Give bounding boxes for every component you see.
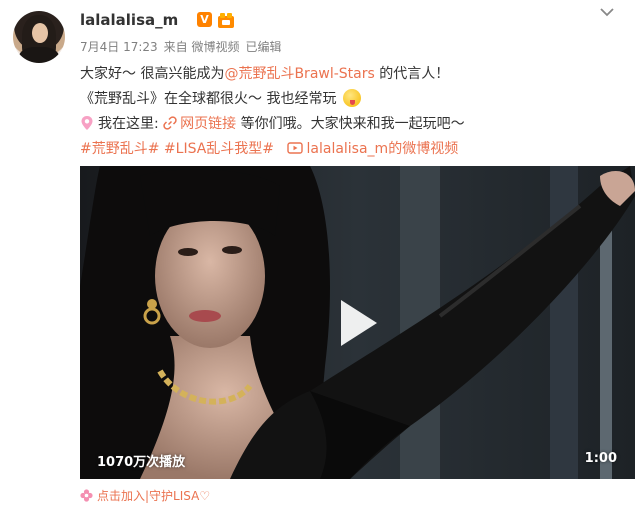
mention-link[interactable]: @荒野乱斗Brawl-Stars	[224, 66, 374, 82]
post-text: 大家好～ 很高兴能成为	[80, 66, 225, 82]
view-count: 1070万次播放	[97, 455, 186, 470]
location-pin-icon	[81, 116, 93, 130]
fan-club-link[interactable]: 点击加入|守护LISA♡	[80, 487, 210, 504]
hashtag-link[interactable]: #LISA乱斗我型#	[164, 141, 274, 157]
post-text: 的代言人！	[374, 66, 450, 82]
video-duration: 1:00	[584, 451, 617, 466]
username-link[interactable]: lalalalisa_m	[80, 11, 178, 29]
hashtag-link[interactable]: #荒野乱斗#	[80, 141, 159, 157]
tongue-emoji-icon	[342, 89, 361, 107]
post-line-3: 我在这里: 网页链接 等你们哦。大家快来和我一起玩吧～	[80, 113, 465, 133]
edited-label[interactable]: 已编辑	[246, 40, 282, 54]
post-line-2: 《荒野乱斗》在全球都很火～ 我也经常玩	[80, 88, 361, 108]
video-player[interactable]: 1070万次播放 1:00	[80, 166, 635, 479]
link-icon	[163, 116, 177, 130]
verified-badge-icon: V	[197, 12, 212, 27]
post-line-1: 大家好～ 很高兴能成为@荒野乱斗Brawl-Stars 的代言人！	[80, 63, 449, 83]
post-text: 《荒野乱斗》在全球都很火～ 我也经常玩	[80, 91, 337, 107]
flower-icon	[80, 489, 93, 502]
post-meta: 7月4日 17:23 来自 微博视频 已编辑	[80, 38, 288, 55]
avatar-body	[19, 47, 59, 63]
video-icon	[286, 142, 303, 154]
member-badge-icon	[218, 13, 234, 28]
avatar-face	[32, 23, 48, 43]
post-text: 等你们哦。大家快来和我一起玩吧～	[236, 116, 465, 132]
web-link[interactable]: 网页链接	[180, 116, 236, 132]
post-line-4: #荒野乱斗# #LISA乱斗我型# lalalalisa_m的微博视频	[80, 138, 458, 158]
post-source[interactable]: 来自 微博视频	[164, 40, 240, 54]
play-icon[interactable]	[337, 297, 381, 349]
avatar[interactable]	[13, 11, 65, 63]
post-text: 我在这里:	[98, 116, 164, 132]
chevron-down-icon[interactable]	[599, 6, 615, 18]
video-source-link[interactable]: lalalalisa_m的微博视频	[307, 141, 459, 157]
fan-club-text: 点击加入|守护LISA♡	[97, 489, 211, 503]
post-date[interactable]: 7月4日 17:23	[80, 40, 158, 54]
